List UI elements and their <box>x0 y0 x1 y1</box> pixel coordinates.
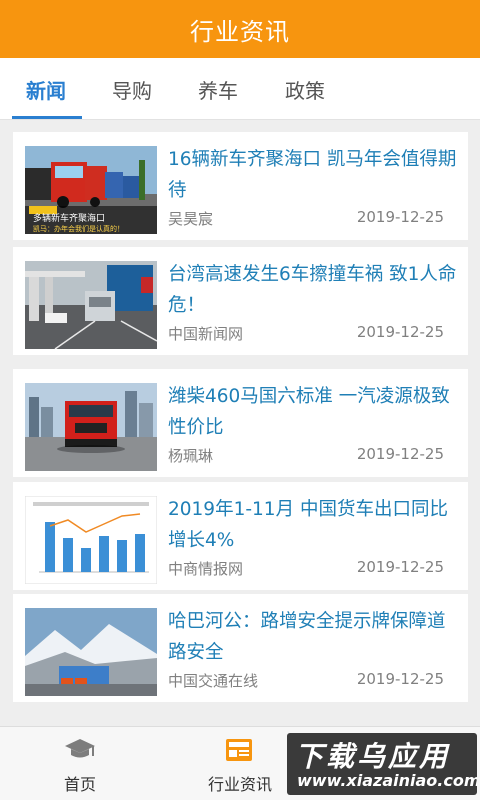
article-date: 2019-12-25 <box>356 208 444 226</box>
tab-car-care[interactable]: 养车 <box>198 58 238 120</box>
article-date: 2019-12-25 <box>356 670 444 688</box>
tab-buying-guide[interactable]: 导购 <box>112 58 152 120</box>
active-tab-indicator <box>12 116 82 119</box>
news-item[interactable]: 哈巴河公：路增安全提示牌保障道路安全 中国交通在线 2019-12-25 <box>13 594 468 702</box>
tab-news[interactable]: 新闻 <box>26 58 66 120</box>
article-source: 杨珮琳 <box>168 447 214 465</box>
watermark-url: www.xiazainiao.com <box>297 771 477 790</box>
article-thumbnail: 多辆新车齐聚海口 凯马：办年会我们是认真的！ <box>25 146 157 234</box>
thumbnail-caption: 多辆新车齐聚海口 <box>33 212 105 224</box>
site-watermark: 下载乌应用 www.xiazainiao.com <box>287 733 477 795</box>
article-title: 16辆新车齐聚海口 凯马年会值得期待 <box>168 149 457 201</box>
article-source: 中国交通在线 <box>168 672 259 690</box>
category-tabs: 新闻 导购 养车 政策 <box>0 58 480 120</box>
nav-home-label: 首页 <box>63 775 96 794</box>
article-thumbnail <box>25 261 157 349</box>
article-title: 哈巴河公：路增安全提示牌保障道路安全 <box>168 611 446 663</box>
nav-industry-news-label: 行业资讯 <box>207 775 272 794</box>
news-item[interactable]: 潍柴460马国六标准 一汽凌源极致性价比 杨珮琳 2019-12-25 <box>13 369 468 477</box>
graduation-cap-icon <box>64 737 96 767</box>
article-source: 中商情报网 <box>168 560 244 578</box>
article-thumbnail <box>25 608 157 696</box>
nav-home[interactable]: 首页 <box>40 727 120 800</box>
article-title: 台湾高速发生6车擦撞车祸 致1人命危！ <box>168 264 457 316</box>
article-date: 2019-12-25 <box>356 445 444 463</box>
tab-policy[interactable]: 政策 <box>285 58 325 120</box>
article-source: 中国新闻网 <box>168 325 244 343</box>
page-title: 行业资讯 <box>0 0 480 58</box>
thumbnail-subcaption: 凯马：办年会我们是认真的！ <box>33 224 124 233</box>
nav-industry-news[interactable]: 行业资讯 <box>196 727 284 800</box>
article-date: 2019-12-25 <box>356 323 444 341</box>
article-source: 吴昊宸 <box>168 210 214 228</box>
article-date: 2019-12-25 <box>356 558 444 576</box>
article-title: 潍柴460马国六标准 一汽凌源极致性价比 <box>168 386 450 438</box>
article-thumbnail <box>25 383 157 471</box>
article-thumbnail <box>25 496 157 584</box>
news-icon <box>224 737 256 769</box>
article-title: 2019年1-11月 中国货车出口同比增长4% <box>168 499 448 551</box>
news-item[interactable]: 多辆新车齐聚海口 凯马：办年会我们是认真的！ 16辆新车齐聚海口 凯马年会值得期… <box>13 132 468 240</box>
news-item[interactable]: 2019年1-11月 中国货车出口同比增长4% 中商情报网 2019-12-25 <box>13 482 468 590</box>
watermark-title: 下载乌应用 <box>295 740 451 773</box>
news-item[interactable]: 台湾高速发生6车擦撞车祸 致1人命危！ 中国新闻网 2019-12-25 <box>13 247 468 355</box>
